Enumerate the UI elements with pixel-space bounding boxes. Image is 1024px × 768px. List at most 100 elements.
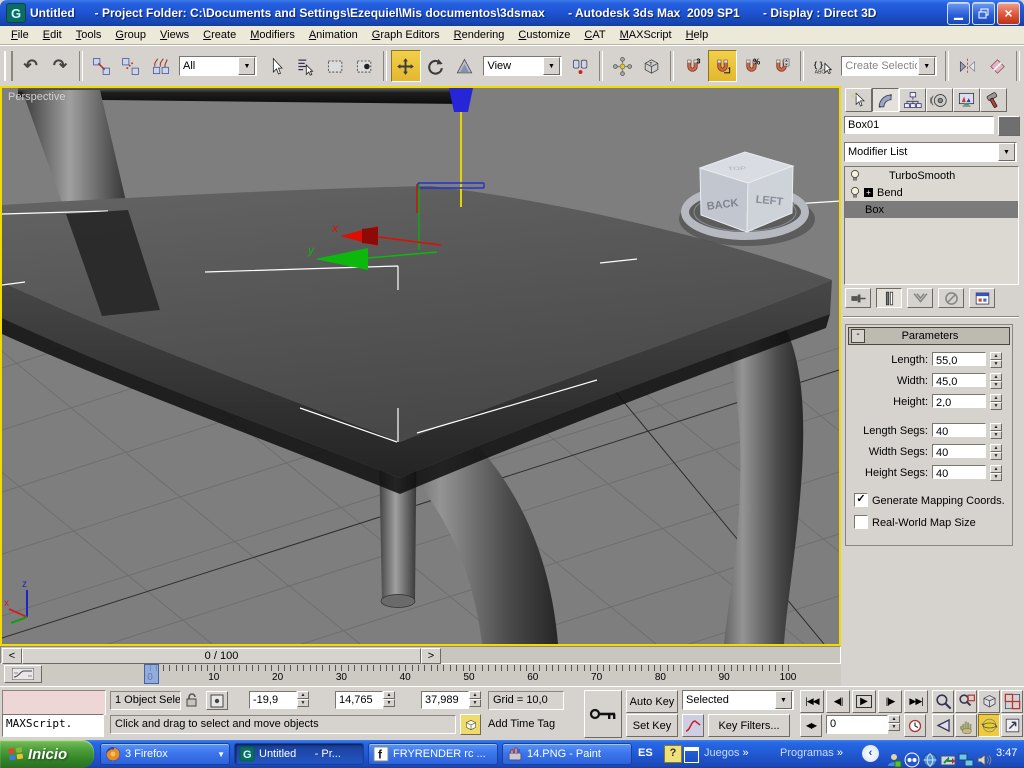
select-and-move-button[interactable] bbox=[391, 50, 421, 82]
tab-display[interactable] bbox=[953, 88, 980, 112]
previous-frame-slider-button[interactable]: < bbox=[2, 648, 22, 664]
selection-lock-toggle[interactable] bbox=[185, 692, 199, 708]
unlink-selection-button[interactable] bbox=[116, 50, 146, 82]
spinner[interactable]: ▲ ▼ bbox=[990, 394, 1002, 410]
menu-file[interactable]: File bbox=[4, 27, 36, 43]
expand-arrow[interactable]: » bbox=[837, 747, 843, 759]
next-frame-slider-button[interactable]: > bbox=[421, 648, 441, 664]
arc-rotate-button[interactable] bbox=[978, 714, 1000, 737]
zoom-extents-button[interactable] bbox=[978, 690, 1000, 713]
spinner[interactable]: ▲ ▼ bbox=[990, 444, 1002, 460]
maxscript-mini-listener[interactable]: MAXScript. bbox=[2, 714, 104, 737]
rollout-header[interactable]: - Parameters bbox=[848, 327, 1010, 345]
play-button[interactable]: ▶ bbox=[852, 690, 876, 713]
time-slider-track[interactable]: < 0 / 100 > bbox=[0, 646, 841, 664]
edit-named-selection-sets-button[interactable]: { } ABC bbox=[807, 50, 838, 82]
default-tangents-button[interactable] bbox=[682, 714, 704, 737]
bulb-icon[interactable] bbox=[849, 186, 861, 199]
absolute-mode-transform-button[interactable] bbox=[206, 691, 228, 710]
track-bar[interactable]: 0102030405060708090100 bbox=[0, 664, 841, 687]
add-time-tag[interactable]: Add Time Tag bbox=[488, 718, 555, 730]
pin-stack-button[interactable] bbox=[845, 288, 871, 308]
previous-frame-button[interactable]: ◀|| bbox=[826, 690, 850, 713]
close-button[interactable]: × bbox=[997, 1, 1020, 25]
language-indicator[interactable]: ES bbox=[638, 747, 653, 759]
keyboard-override-toggle[interactable]: T bbox=[636, 50, 667, 82]
x-coord-field[interactable]: -19,9 bbox=[249, 691, 297, 709]
viewport-perspective[interactable]: x y TOP BACK LEFT z x Perspective bbox=[0, 86, 841, 646]
chevron-down-icon[interactable]: ▼ bbox=[918, 57, 936, 75]
angle-snap-toggle[interactable] bbox=[707, 50, 738, 82]
taskbar-button-untitled[interactable]: G Untitled - Pr... bbox=[234, 743, 364, 765]
z-coord-field[interactable]: 37,989 bbox=[421, 691, 469, 709]
taskbar-toolbar-juegos[interactable]: Juegos » bbox=[704, 747, 749, 759]
use-pivot-center-button[interactable] bbox=[565, 50, 596, 82]
spinner[interactable]: ▲ ▼ bbox=[990, 373, 1002, 389]
object-color-swatch[interactable] bbox=[998, 116, 1020, 136]
menu-graph-editors[interactable]: Graph Editors bbox=[365, 27, 447, 43]
modifier-stack[interactable]: TurboSmooth + Bend Box bbox=[844, 166, 1019, 285]
collapse-rollout-button[interactable]: - bbox=[851, 329, 865, 343]
select-by-name-button[interactable] bbox=[290, 50, 321, 82]
menu-help[interactable]: Help bbox=[679, 27, 716, 43]
make-unique-button[interactable] bbox=[907, 288, 933, 308]
modifier-list-combo[interactable]: Modifier List ▼ bbox=[844, 142, 1017, 162]
set-key-button[interactable]: Set Key bbox=[626, 714, 678, 737]
menu-modifiers[interactable]: Modifiers bbox=[243, 27, 302, 43]
redo-button[interactable]: ↷ bbox=[45, 50, 75, 82]
param-field-height-[interactable]: 2,0 bbox=[932, 394, 986, 408]
menu-views[interactable]: Views bbox=[153, 27, 196, 43]
go-to-start-button[interactable]: |◀◀ bbox=[800, 690, 824, 713]
tray-globe-icon[interactable] bbox=[922, 746, 938, 767]
viewport-canvas[interactable]: x y TOP BACK LEFT z x Perspective bbox=[2, 88, 839, 644]
auto-key-button[interactable]: Auto Key bbox=[626, 690, 678, 713]
menu-edit[interactable]: Edit bbox=[36, 27, 69, 43]
tab-utilities[interactable] bbox=[980, 88, 1007, 112]
key-filters-button[interactable]: Key Filters... bbox=[708, 714, 790, 737]
menu-group[interactable]: Group bbox=[108, 27, 153, 43]
window-crossing-toggle[interactable] bbox=[349, 50, 380, 82]
select-and-manipulate-button[interactable] bbox=[607, 50, 637, 82]
taskbar-toolbar-programas[interactable]: Programas » bbox=[780, 747, 843, 759]
configure-modifier-sets-button[interactable] bbox=[969, 288, 995, 308]
viewcube-top-label[interactable]: TOP bbox=[727, 165, 746, 172]
spinner[interactable]: ▲ ▼ bbox=[990, 423, 1002, 439]
param-field-width-segs-[interactable]: 40 bbox=[932, 444, 986, 458]
menu-cat[interactable]: CAT bbox=[577, 27, 612, 43]
snaps-toggle[interactable]: 3 bbox=[678, 50, 708, 82]
checkbox-1[interactable] bbox=[854, 515, 868, 529]
spinner[interactable]: ▲ ▼ bbox=[990, 465, 1002, 481]
taskbar-button-14png[interactable]: 14.PNG - Paint bbox=[502, 743, 632, 765]
time-slider-grip[interactable]: 0 / 100 bbox=[22, 648, 421, 664]
select-and-link-button[interactable] bbox=[86, 50, 117, 82]
field-of-view-button[interactable] bbox=[932, 714, 954, 737]
rectangular-selection-region-button[interactable] bbox=[320, 50, 350, 82]
tray-messenger-icon[interactable] bbox=[904, 746, 920, 768]
checkbox-0[interactable]: ✓ bbox=[854, 493, 868, 507]
percent-snap-toggle[interactable]: % bbox=[737, 50, 767, 82]
remove-modifier-button[interactable] bbox=[938, 288, 964, 308]
spinner-snap-toggle[interactable] bbox=[766, 50, 796, 82]
tray-update-icon[interactable] bbox=[940, 746, 956, 766]
chevron-down-icon[interactable]: ▼ bbox=[542, 57, 560, 75]
minimize-button[interactable]: ▁ bbox=[947, 1, 970, 25]
time-configuration-button[interactable] bbox=[904, 714, 926, 737]
align-button[interactable] bbox=[982, 50, 1013, 82]
param-field-length-segs-[interactable]: 40 bbox=[932, 423, 986, 437]
tab-modify[interactable] bbox=[872, 88, 899, 112]
start-button[interactable]: Inicio bbox=[0, 740, 94, 768]
stack-item-turbosmooth[interactable]: TurboSmooth bbox=[845, 167, 1018, 184]
y-coord-field[interactable]: 14,765 bbox=[335, 691, 383, 709]
named-selection-set-combo[interactable]: Create Selection Set▼ bbox=[841, 56, 938, 76]
cube-toggle-button[interactable] bbox=[460, 714, 481, 735]
zoom-button[interactable] bbox=[932, 690, 954, 713]
show-end-result-button[interactable] bbox=[876, 288, 902, 308]
mirror-button[interactable] bbox=[953, 50, 983, 82]
taskbar-button-fryrender[interactable]: f FRYRENDER rc ... bbox=[368, 743, 498, 765]
selection-filter-combo[interactable]: All ▼ bbox=[178, 56, 258, 76]
zoom-all-button[interactable] bbox=[955, 690, 977, 713]
chevron-down-icon[interactable]: ▼ bbox=[238, 57, 256, 75]
select-object-button[interactable] bbox=[261, 50, 291, 82]
object-name-field[interactable]: Box01 bbox=[844, 116, 994, 134]
chevron-down-icon[interactable]: ▼ bbox=[775, 691, 792, 709]
